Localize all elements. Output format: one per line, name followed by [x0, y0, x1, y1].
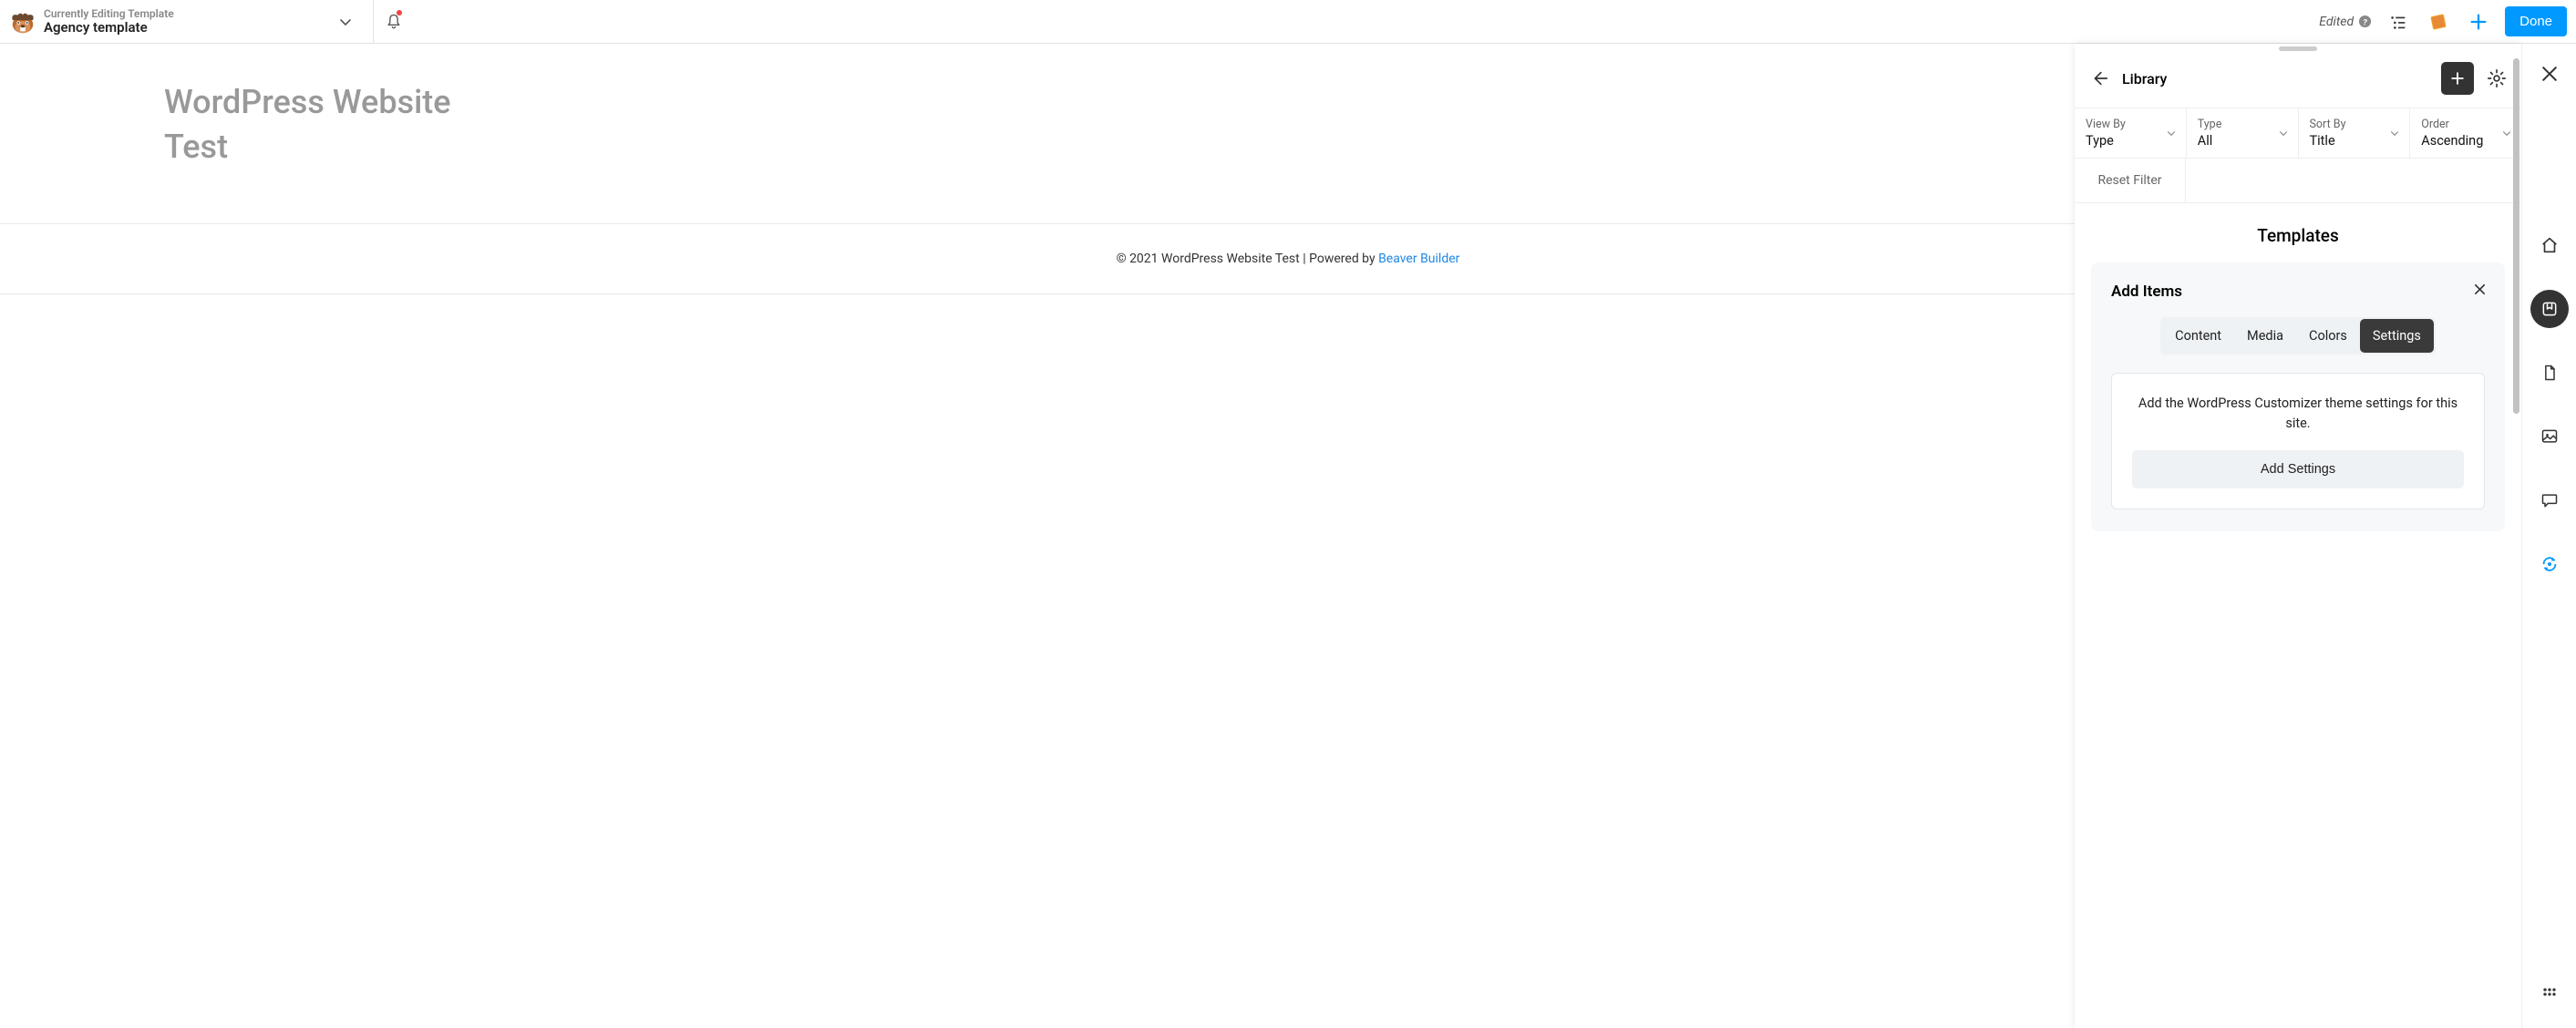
beaver-logo-icon[interactable]: [9, 8, 36, 36]
edited-status: Edited ?: [2319, 15, 2372, 29]
rail-library-button[interactable]: [2530, 290, 2569, 328]
topbar-left: Currently Editing Template Agency templa…: [0, 0, 373, 44]
chevron-down-icon: [2501, 128, 2512, 139]
rail-home-button[interactable]: [2530, 226, 2569, 264]
notifications-button[interactable]: [374, 0, 414, 44]
title-kicker: Currently Editing Template: [44, 8, 174, 20]
add-items-card: Add Items Content Media Colors Settings …: [2091, 262, 2505, 531]
filter-label: Sort By: [2310, 118, 2399, 131]
topbar-right: Edited ? Done: [2319, 6, 2576, 36]
chevron-down-icon: [2389, 128, 2400, 139]
library-settings-button[interactable]: [2487, 68, 2507, 88]
bookmark-icon[interactable]: [2425, 8, 2452, 36]
settings-box: Add the WordPress Customizer theme setti…: [2111, 373, 2485, 509]
rail-pages-button[interactable]: [2530, 354, 2569, 392]
rail-media-button[interactable]: [2530, 417, 2569, 456]
rail-comments-button[interactable]: [2530, 481, 2569, 519]
library-header: Library: [2075, 44, 2521, 108]
close-button[interactable]: [2473, 283, 2487, 296]
rail-apps-button[interactable]: [2530, 975, 2569, 1013]
filter-label: Type: [2198, 118, 2287, 131]
tab-content[interactable]: Content: [2162, 319, 2234, 353]
filter-label: Order: [2421, 118, 2510, 131]
filter-value: All: [2198, 133, 2287, 149]
svg-text:?: ?: [2363, 17, 2367, 27]
back-button[interactable]: [2089, 68, 2109, 88]
right-rail: [2521, 44, 2576, 1028]
filter-type[interactable]: Type All: [2187, 108, 2299, 158]
drag-handle[interactable]: [2279, 46, 2317, 51]
footer-link[interactable]: Beaver Builder: [1378, 252, 1459, 266]
heading-line1: WordPress Website: [164, 83, 451, 121]
library-add-button[interactable]: [2441, 62, 2474, 95]
filter-sort-by[interactable]: Sort By Title: [2299, 108, 2411, 158]
rail-sync-button[interactable]: [2530, 545, 2569, 583]
filter-value: Title: [2310, 133, 2399, 149]
filter-value: Ascending: [2421, 133, 2510, 149]
filter-label: View By: [2086, 118, 2175, 131]
tab-settings[interactable]: Settings: [2360, 319, 2434, 353]
library-title: Library: [2122, 70, 2428, 87]
tab-colors[interactable]: Colors: [2296, 319, 2360, 353]
title-main: Agency template: [44, 20, 174, 36]
notification-dot-icon: [397, 10, 402, 15]
chevron-down-icon: [2278, 128, 2289, 139]
add-items-title: Add Items: [2111, 283, 2485, 301]
title-block[interactable]: Currently Editing Template Agency templa…: [44, 8, 174, 36]
done-button[interactable]: Done: [2505, 6, 2567, 36]
close-panel-button[interactable]: [2541, 66, 2558, 82]
add-button[interactable]: [2465, 8, 2492, 36]
tab-media[interactable]: Media: [2234, 319, 2296, 353]
workspace: WordPress Website Test © 2021 WordPress …: [0, 44, 2576, 1028]
filter-order[interactable]: Order Ascending: [2410, 108, 2521, 158]
add-settings-button[interactable]: Add Settings: [2132, 450, 2464, 488]
outline-button[interactable]: [2385, 8, 2412, 36]
footer-text: © 2021 WordPress Website Test | Powered …: [1117, 252, 1378, 266]
reset-filter-row: Reset Filter: [2075, 159, 2521, 203]
edited-text: Edited: [2319, 15, 2354, 29]
filter-value: Type: [2086, 133, 2175, 149]
templates-section-title: Templates: [2075, 203, 2521, 262]
chevron-down-icon: [2166, 128, 2177, 139]
top-toolbar: Currently Editing Template Agency templa…: [0, 0, 2576, 44]
reset-filter-button[interactable]: Reset Filter: [2075, 159, 2186, 202]
settings-description: Add the WordPress Customizer theme setti…: [2132, 394, 2464, 434]
library-filters: View By Type Type All Sort By Title Orde…: [2075, 108, 2521, 159]
library-panel: Library View By Type Type All: [2075, 44, 2521, 1028]
template-dropdown-button[interactable]: [327, 0, 364, 44]
help-icon[interactable]: ?: [2358, 15, 2372, 28]
add-items-tabs: Content Media Colors Settings: [2160, 317, 2436, 355]
filter-view-by[interactable]: View By Type: [2075, 108, 2187, 158]
